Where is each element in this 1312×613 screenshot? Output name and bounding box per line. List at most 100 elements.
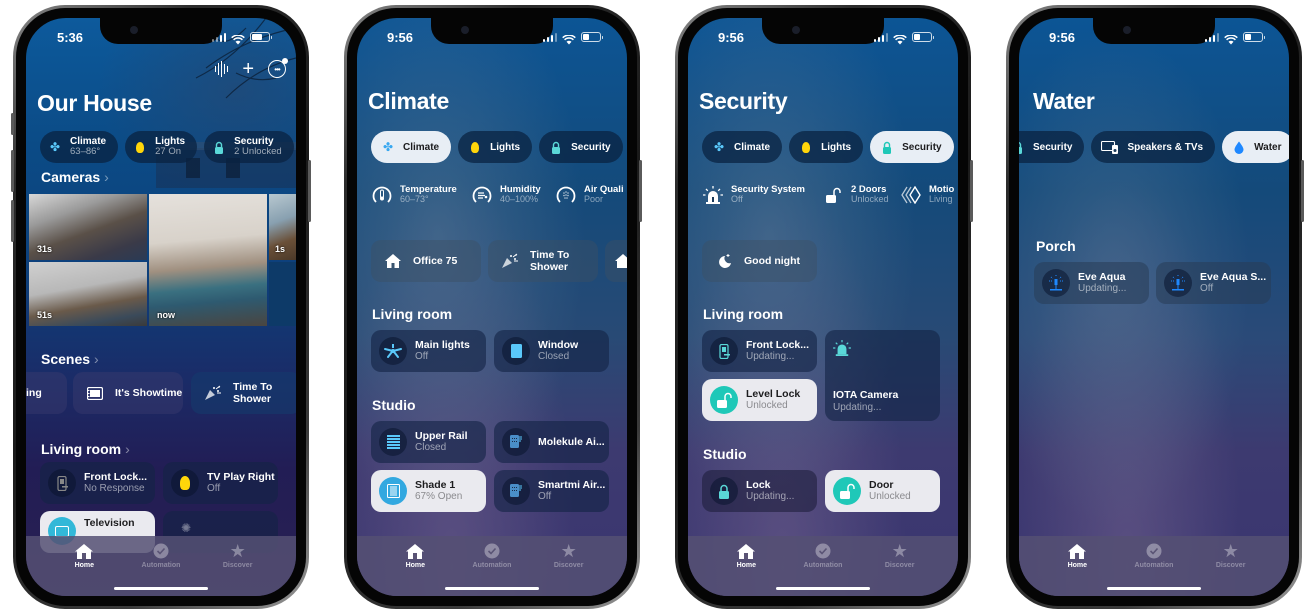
camera-feed[interactable]: now bbox=[149, 194, 267, 326]
status-bar: 9:56 bbox=[1019, 30, 1289, 48]
tab-home[interactable]: Home bbox=[716, 542, 776, 596]
chip-security[interactable]: Security bbox=[870, 131, 954, 163]
camera-feed[interactable]: 31s bbox=[29, 194, 147, 260]
tile-name: Front Lock... bbox=[746, 339, 809, 352]
more-icon[interactable]: ••• bbox=[268, 58, 288, 78]
tab-discover[interactable]: ★ Discover bbox=[539, 540, 599, 596]
accessory-tile-large[interactable]: IOTA Camera Updating... bbox=[825, 330, 940, 421]
tile-name: Shade 1 bbox=[415, 479, 456, 492]
chip-lights[interactable]: Lights 27 On bbox=[125, 131, 198, 163]
add-icon[interactable]: + bbox=[242, 59, 254, 79]
accessory-tile[interactable]: Front Lock... No Response bbox=[40, 462, 155, 504]
wifi-icon bbox=[893, 32, 907, 45]
tab-home[interactable]: Home bbox=[54, 542, 114, 596]
scene-tile[interactable]: Time To Shower bbox=[191, 372, 296, 414]
star-icon: ★ bbox=[560, 540, 577, 561]
tab-home[interactable]: Home bbox=[385, 542, 445, 596]
accessory-tile[interactable]: Eve Aqua S... Off bbox=[1156, 262, 1271, 304]
chip-label: Climate bbox=[403, 141, 440, 153]
tile-status: Updating... bbox=[746, 491, 795, 503]
summary-motion[interactable]: Motio Living bbox=[900, 184, 954, 206]
accessory-tile[interactable]: Upper Rail Closed bbox=[371, 421, 486, 463]
scene-tile[interactable]: ing bbox=[26, 372, 67, 414]
chip-climate[interactable]: ✤ Climate 63–86° bbox=[40, 131, 119, 163]
party-popper-icon bbox=[500, 247, 520, 275]
chip-security[interactable]: Security 2 Unlocked bbox=[204, 131, 294, 163]
film-icon bbox=[85, 379, 105, 407]
chip-climate[interactable]: ✤ Climate bbox=[702, 131, 783, 163]
accessory-tile[interactable]: Door Unlocked bbox=[825, 470, 940, 512]
home-indicator[interactable] bbox=[445, 587, 539, 590]
tab-home[interactable]: Home bbox=[1047, 542, 1107, 596]
section-title: Scenes bbox=[41, 351, 91, 367]
tab-discover[interactable]: ★ Discover bbox=[1201, 541, 1261, 596]
home-indicator[interactable] bbox=[776, 587, 870, 590]
chip-security[interactable]: Security bbox=[1019, 131, 1085, 163]
home-indicator[interactable] bbox=[1107, 587, 1201, 590]
tile-name: Smartmi Air... bbox=[538, 479, 606, 492]
home-icon bbox=[735, 542, 757, 560]
tab-label: Home bbox=[736, 562, 757, 569]
accessory-tile[interactable]: Window Closed bbox=[494, 330, 609, 372]
camera-feed[interactable]: 1s bbox=[269, 194, 296, 260]
side-button bbox=[308, 160, 311, 222]
volume-up-button bbox=[11, 150, 14, 192]
section-title: Cameras bbox=[41, 169, 101, 185]
climate-screen: 9:56 Climate ✤ Climate Lights Security T… bbox=[357, 18, 627, 596]
tab-discover[interactable]: ★ Discover bbox=[208, 541, 268, 596]
tile-name: Upper Rail bbox=[415, 430, 468, 443]
tab-label: Discover bbox=[884, 562, 915, 569]
room-header[interactable]: Living room › bbox=[41, 441, 130, 457]
category-chips: ✤ Climate Lights Security bbox=[702, 131, 958, 163]
home-icon bbox=[404, 542, 426, 560]
accessory-tile[interactable]: Smartmi Air... Off bbox=[494, 470, 609, 512]
chip-lights[interactable]: Lights bbox=[458, 131, 533, 163]
camera-feed-empty bbox=[269, 262, 296, 326]
accessory-tile[interactable]: Shade 1 67% Open bbox=[371, 470, 486, 512]
tab-discover[interactable]: ★ Discover bbox=[870, 541, 930, 596]
summary-temperature[interactable]: Temperature 60–73° bbox=[371, 184, 457, 206]
accessory-tile[interactable]: Eve Aqua Updating... bbox=[1034, 262, 1149, 304]
summary-air-quality[interactable]: Air Quali Poor bbox=[555, 184, 624, 206]
accessory-tile[interactable]: Lock Updating... bbox=[702, 470, 817, 512]
accessory-tile[interactable]: Front Lock... Updating... bbox=[702, 330, 817, 372]
accessory-tile[interactable]: Level Lock Unlocked bbox=[702, 379, 817, 421]
accessory-tile[interactable]: Molekule Ai... bbox=[494, 421, 609, 463]
party-popper-icon bbox=[203, 379, 223, 407]
chip-speakers-tvs[interactable]: Speakers & TVs bbox=[1091, 131, 1216, 163]
chip-climate[interactable]: ✤ Climate bbox=[371, 131, 452, 163]
sprinkler-icon bbox=[1164, 269, 1192, 297]
alarm-icon bbox=[833, 340, 851, 361]
humidity-icon bbox=[471, 184, 493, 206]
scenes-header[interactable]: Scenes › bbox=[41, 351, 99, 367]
security-screen: 9:56 Security ✤ Climate Lights Security … bbox=[688, 18, 958, 596]
accessory-tile[interactable]: TV Play Right Off bbox=[163, 462, 278, 504]
chip-security[interactable]: Security bbox=[539, 131, 623, 163]
status-bar: 5:36 bbox=[26, 30, 296, 48]
tile-name: Eve Aqua S... bbox=[1200, 271, 1267, 284]
camera-grid: 31s 51s now 1s bbox=[26, 192, 296, 326]
status-time: 9:56 bbox=[1049, 30, 1076, 45]
chip-label: Water bbox=[1254, 141, 1282, 153]
chip-lights[interactable]: Lights bbox=[789, 131, 864, 163]
summary-security-system[interactable]: Security System Off bbox=[702, 184, 805, 206]
summary-doors[interactable]: 2 Doors Unlocked bbox=[822, 184, 889, 206]
cellular-signal-icon bbox=[1204, 32, 1219, 42]
home-indicator[interactable] bbox=[114, 587, 208, 590]
phone-security: 9:56 Security ✤ Climate Lights Security … bbox=[675, 5, 973, 609]
lock-icon bbox=[1019, 140, 1025, 154]
chip-water[interactable]: Water bbox=[1222, 131, 1289, 163]
summary-humidity[interactable]: Humidity 40–100% bbox=[471, 184, 541, 206]
bulb-icon bbox=[799, 140, 813, 154]
scene-tile[interactable]: Office 75 bbox=[371, 240, 481, 282]
scene-tile[interactable]: It's Showtime bbox=[73, 372, 183, 414]
scene-tile[interactable]: Good night bbox=[702, 240, 817, 282]
accessory-tile[interactable]: Main lights Off bbox=[371, 330, 486, 372]
voice-icon[interactable] bbox=[214, 61, 229, 77]
scene-tile[interactable] bbox=[605, 240, 627, 282]
camera-timestamp: 51s bbox=[37, 310, 53, 320]
scene-tile[interactable]: Time To Shower bbox=[488, 240, 598, 282]
cameras-header[interactable]: Cameras › bbox=[41, 169, 109, 185]
camera-feed[interactable]: 51s bbox=[29, 262, 147, 326]
chevron-right-icon: › bbox=[104, 169, 109, 185]
